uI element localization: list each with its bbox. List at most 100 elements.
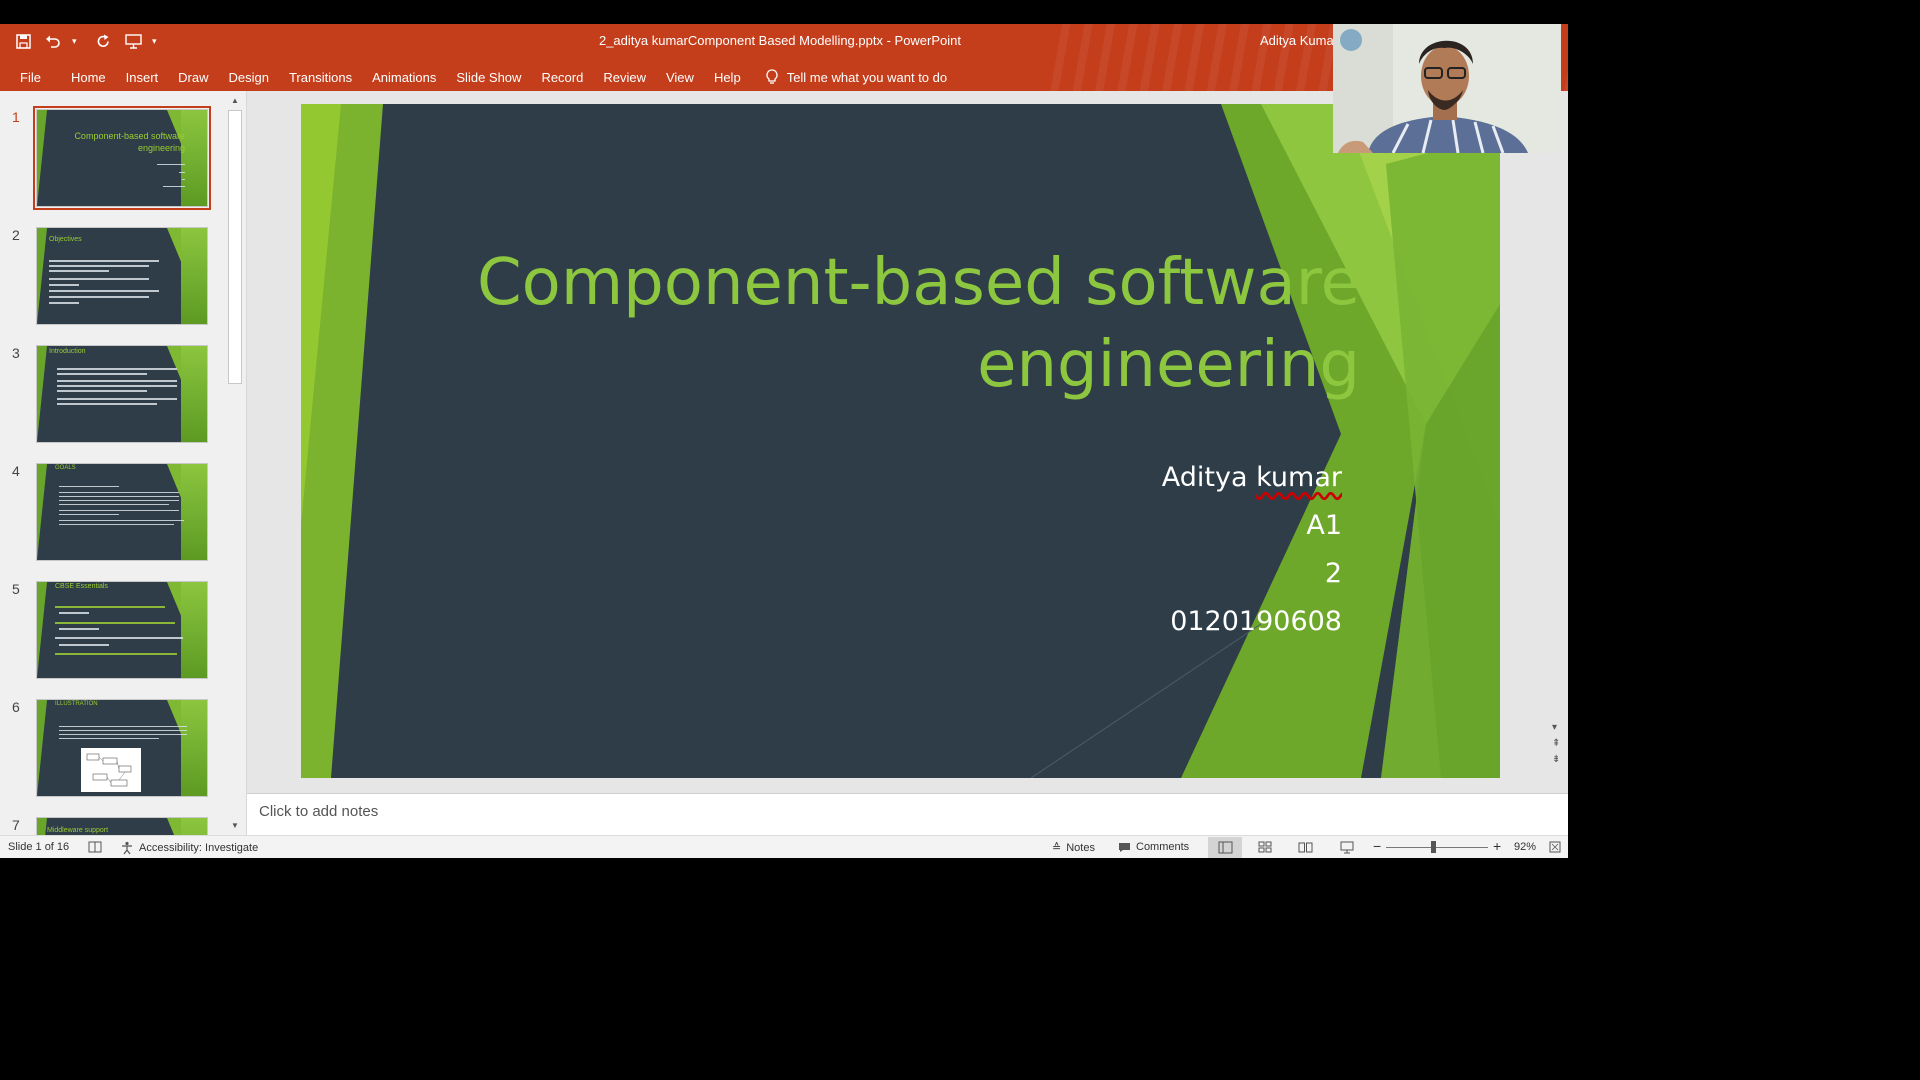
customize-qat-icon[interactable]: ▾ <box>152 36 164 47</box>
diagram-image <box>81 748 141 792</box>
slide-show-button[interactable] <box>1340 841 1354 854</box>
thumb-text-line <box>59 612 89 614</box>
slide-background-art <box>301 104 1500 778</box>
slide-thumbnail-image[interactable]: Objectives <box>36 227 208 325</box>
slide-number: 4 <box>12 463 20 479</box>
roll-number-text[interactable]: 0120190608 <box>942 606 1342 637</box>
thumb-text-line <box>59 734 187 735</box>
thumb-text-line <box>57 403 157 405</box>
undo-icon[interactable] <box>42 30 64 52</box>
reading-view-button[interactable] <box>1298 841 1313 853</box>
zoom-level[interactable]: 92% <box>1514 841 1536 853</box>
tell-me-search[interactable]: Tell me what you want to do <box>765 69 947 85</box>
spell-check-icon[interactable] <box>88 841 102 853</box>
thumb-title: GOALS <box>55 465 76 471</box>
present-from-start-icon[interactable] <box>122 30 144 52</box>
slide-thumbnail-image[interactable]: Component-based software engineering <box>33 106 211 210</box>
comments-label: Comments <box>1136 841 1190 853</box>
slide-thumbnail-image[interactable]: CBSE Essentials <box>36 581 208 679</box>
section-text[interactable]: A1 <box>942 510 1342 541</box>
thumb-text-line <box>57 380 177 382</box>
lightbulb-icon <box>766 69 778 84</box>
thumb-text-line <box>59 514 119 515</box>
scroll-up-icon[interactable]: ▲ <box>228 94 242 108</box>
zoom-out-icon[interactable]: − <box>1373 838 1381 854</box>
document-title: 2_aditya kumarComponent Based Modelling.… <box>598 33 962 48</box>
repeat-icon[interactable] <box>92 30 114 52</box>
slide-thumbnail-image[interactable]: Introduction <box>36 345 208 443</box>
slide-counter: Slide 1 of 16 <box>8 841 70 853</box>
comment-icon <box>1119 842 1130 852</box>
reading-view-icon <box>1298 842 1313 853</box>
zoom-slider[interactable] <box>1386 847 1488 848</box>
slide-thumbnail[interactable]: 4 GOALS <box>0 461 228 561</box>
slide-thumbnail[interactable]: 7 Middleware support <box>0 815 228 835</box>
thumb-text-line <box>179 172 185 173</box>
tab-file[interactable]: File <box>0 70 61 85</box>
thumb-text-line <box>59 510 179 511</box>
thumb-text-line <box>49 278 149 280</box>
tab-review[interactable]: Review <box>593 70 656 85</box>
notes-button[interactable]: ≙ Notes <box>1052 841 1095 855</box>
slide-canvas[interactable]: Component-based software engineering Adi… <box>301 104 1500 778</box>
fit-to-window-icon[interactable] <box>1549 841 1561 853</box>
tab-help[interactable]: Help <box>704 70 751 85</box>
notes-pane[interactable]: Click to add notes <box>247 793 1568 836</box>
next-slide-icon[interactable]: ⇟ <box>1552 754 1566 770</box>
tab-draw[interactable]: Draw <box>168 70 218 85</box>
comments-button[interactable]: Comments <box>1118 841 1189 853</box>
slide-thumbnail[interactable]: 6 ILLUSTRATION <box>0 697 228 797</box>
thumb-decor <box>37 110 47 206</box>
undo-dropdown-icon[interactable]: ▾ <box>72 36 84 47</box>
thumb-text-line <box>57 368 177 370</box>
accessibility-icon <box>122 841 132 855</box>
tab-slide-show[interactable]: Slide Show <box>446 70 531 85</box>
thumb-text-line <box>182 179 185 180</box>
thumb-text-line <box>57 373 147 375</box>
thumb-decor <box>37 464 47 560</box>
zoom-in-icon[interactable]: + <box>1493 838 1501 854</box>
save-icon[interactable] <box>12 30 34 52</box>
thumb-text-line <box>49 270 109 272</box>
thumb-text-line <box>59 486 119 487</box>
thumb-text-line <box>57 398 177 400</box>
slide-thumbnail[interactable]: 5 CBSE Essentials <box>0 579 228 679</box>
notes-icon: ≙ <box>1052 842 1062 854</box>
year-text[interactable]: 2 <box>942 558 1342 589</box>
scroll-down-icon[interactable]: ▾ <box>1552 722 1566 738</box>
slide-thumbnail-image[interactable]: GOALS <box>36 463 208 561</box>
thumb-text-line <box>49 265 149 267</box>
thumb-text-line <box>49 302 79 304</box>
normal-view-button[interactable] <box>1208 837 1242 858</box>
webcam-person-image <box>1333 24 1561 153</box>
thumb-text-line <box>59 730 187 731</box>
slide-thumbnail[interactable]: 3 Introduction <box>0 343 228 443</box>
tab-insert[interactable]: Insert <box>116 70 169 85</box>
thumb-title: Component-based software engineering <box>74 131 185 153</box>
tab-transitions[interactable]: Transitions <box>279 70 362 85</box>
slide-thumbnail-image[interactable]: ILLUSTRATION <box>36 699 208 797</box>
slide-thumbnail[interactable]: 1 Component-based software engineering <box>0 106 228 210</box>
slide-sorter-button[interactable] <box>1258 841 1272 853</box>
tab-design[interactable]: Design <box>219 70 279 85</box>
tab-view[interactable]: View <box>656 70 704 85</box>
presenter-name[interactable]: Aditya kumar <box>942 462 1342 493</box>
thumb-text-line <box>49 284 79 286</box>
previous-slide-icon[interactable]: ⇞ <box>1552 738 1566 754</box>
thumb-text-line <box>59 520 184 521</box>
tab-animations[interactable]: Animations <box>362 70 446 85</box>
zoom-slider-thumb[interactable] <box>1431 841 1436 853</box>
tab-home[interactable]: Home <box>61 70 116 85</box>
account-name[interactable]: Aditya Kumar <box>1260 33 1338 48</box>
accessibility-checker[interactable]: Accessibility: Investigate <box>120 841 258 855</box>
thumb-text-line <box>59 496 179 497</box>
slide-thumbnail-image[interactable]: Middleware support <box>36 817 208 835</box>
presenter-last-name: kumar <box>1256 462 1342 493</box>
slide-thumbnail[interactable]: 2 Objectives <box>0 225 228 325</box>
slide-title[interactable]: Component-based software engineering <box>460 242 1360 406</box>
slide-number: 6 <box>12 699 20 715</box>
tab-record[interactable]: Record <box>531 70 593 85</box>
scroll-down-icon[interactable]: ▼ <box>228 819 242 833</box>
tell-me-label: Tell me what you want to do <box>786 69 948 85</box>
thumbnail-scrollbar-thumb[interactable] <box>228 110 242 384</box>
